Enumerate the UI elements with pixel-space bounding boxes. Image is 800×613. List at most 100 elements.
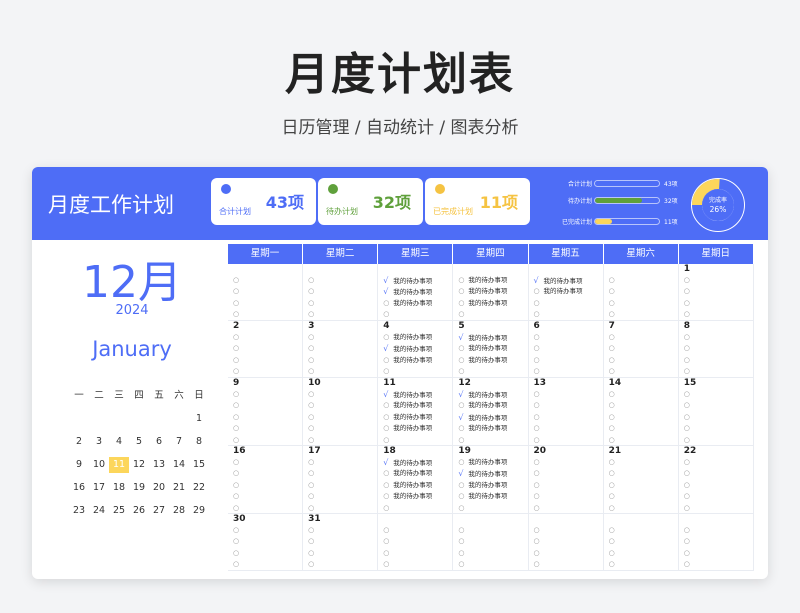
task-item[interactable]: ○ bbox=[609, 559, 678, 570]
task-item[interactable]: ○ bbox=[609, 457, 678, 468]
calendar-day-cell[interactable]: 1 ○ ○ ○ ○ bbox=[678, 264, 754, 321]
task-item[interactable]: ○ bbox=[684, 343, 753, 354]
task-item[interactable]: ○ bbox=[233, 366, 302, 377]
circle-icon[interactable]: ○ bbox=[383, 559, 393, 570]
circle-icon[interactable]: ○ bbox=[534, 435, 544, 445]
task-item[interactable]: √ 我的待办事项 bbox=[458, 332, 527, 343]
calendar-day-cell[interactable]: 10 ○ ○ ○ ○ ○ bbox=[303, 378, 379, 446]
circle-icon[interactable]: ○ bbox=[383, 412, 393, 423]
task-item[interactable]: ○ bbox=[684, 286, 753, 297]
task-item[interactable]: ○ bbox=[684, 412, 753, 423]
circle-icon[interactable]: ○ bbox=[383, 480, 393, 491]
circle-icon[interactable]: ○ bbox=[308, 435, 318, 445]
circle-icon[interactable]: ○ bbox=[233, 559, 243, 570]
circle-icon[interactable]: ○ bbox=[534, 332, 544, 343]
task-item[interactable]: √ 我的待办事项 bbox=[383, 343, 452, 354]
calendar-day-cell[interactable]: 6 ○ ○ ○ ○ bbox=[528, 321, 604, 378]
mini-day[interactable]: 12 bbox=[129, 457, 149, 473]
mini-day[interactable]: 1 bbox=[189, 411, 209, 427]
task-item[interactable]: ○ bbox=[609, 468, 678, 479]
task-item[interactable]: ○ bbox=[383, 435, 452, 445]
circle-icon[interactable]: ○ bbox=[308, 457, 318, 468]
mini-day[interactable]: 27 bbox=[149, 503, 169, 519]
task-item[interactable]: ○ bbox=[308, 412, 377, 423]
task-item[interactable]: ○ bbox=[233, 435, 302, 445]
task-item[interactable]: √ 我的待办事项 bbox=[534, 275, 603, 286]
task-item[interactable]: ○ bbox=[233, 286, 302, 297]
circle-icon[interactable]: ○ bbox=[308, 366, 318, 377]
calendar-day-cell[interactable]: 9 ○ ○ ○ ○ ○ bbox=[228, 378, 304, 446]
calendar-day-cell[interactable]: ○ ○ ○ ○ bbox=[378, 514, 454, 571]
task-item[interactable]: ○ 我的待办事项 bbox=[458, 491, 527, 502]
task-item[interactable]: ○ bbox=[684, 389, 753, 400]
circle-icon[interactable]: ○ bbox=[458, 275, 468, 286]
circle-icon[interactable]: ○ bbox=[383, 298, 393, 309]
task-item[interactable]: ○ bbox=[308, 275, 377, 286]
circle-icon[interactable]: ○ bbox=[534, 525, 544, 536]
task-item[interactable]: ○ bbox=[684, 332, 753, 343]
task-item[interactable]: ○ bbox=[534, 480, 603, 491]
circle-icon[interactable]: ○ bbox=[308, 548, 318, 559]
task-item[interactable]: ○ bbox=[534, 525, 603, 536]
task-item[interactable]: ○ bbox=[684, 536, 753, 547]
task-item[interactable]: ○ bbox=[534, 400, 603, 411]
task-item[interactable]: ○ bbox=[233, 343, 302, 354]
circle-icon[interactable]: ○ bbox=[684, 355, 694, 366]
checkmark-icon[interactable]: √ bbox=[383, 343, 393, 354]
circle-icon[interactable]: ○ bbox=[458, 343, 468, 354]
task-item[interactable]: ○ bbox=[684, 525, 753, 536]
circle-icon[interactable]: ○ bbox=[609, 400, 619, 411]
circle-icon[interactable]: ○ bbox=[609, 286, 619, 297]
task-item[interactable]: ○ bbox=[684, 457, 753, 468]
task-item[interactable]: ○ bbox=[308, 286, 377, 297]
mini-day[interactable]: 14 bbox=[169, 457, 189, 473]
circle-icon[interactable]: ○ bbox=[233, 389, 243, 400]
task-item[interactable]: ○ bbox=[308, 559, 377, 570]
calendar-day-cell[interactable]: 19 ○ 我的待办事项 √ 我的待办事项 ○ 我的待办事项 ○ 我的待办事项 ○ bbox=[453, 446, 529, 514]
circle-icon[interactable]: ○ bbox=[684, 548, 694, 559]
task-item[interactable]: ○ 我的待办事项 bbox=[383, 298, 452, 309]
task-item[interactable]: ○ bbox=[458, 435, 527, 445]
mini-day[interactable]: 18 bbox=[109, 480, 129, 496]
circle-icon[interactable]: ○ bbox=[609, 536, 619, 547]
task-item[interactable]: √ 我的待办事项 bbox=[458, 389, 527, 400]
circle-icon[interactable]: ○ bbox=[308, 355, 318, 366]
task-item[interactable]: ○ bbox=[534, 548, 603, 559]
task-item[interactable]: ○ bbox=[534, 389, 603, 400]
mini-day[interactable]: 25 bbox=[109, 503, 129, 519]
calendar-day-cell[interactable]: 2 ○ ○ ○ ○ bbox=[228, 321, 304, 378]
calendar-day-cell[interactable]: ○ 我的待办事项 ○ 我的待办事项 ○ 我的待办事项 ○ bbox=[453, 264, 529, 321]
circle-icon[interactable]: ○ bbox=[383, 536, 393, 547]
circle-icon[interactable]: ○ bbox=[233, 491, 243, 502]
calendar-day-cell[interactable]: 8 ○ ○ ○ ○ bbox=[678, 321, 754, 378]
task-item[interactable]: ○ bbox=[308, 457, 377, 468]
circle-icon[interactable]: ○ bbox=[308, 389, 318, 400]
circle-icon[interactable]: ○ bbox=[233, 366, 243, 377]
circle-icon[interactable]: ○ bbox=[609, 503, 619, 513]
task-item[interactable]: ○ bbox=[308, 332, 377, 343]
task-item[interactable]: ○ 我的待办事项 bbox=[383, 412, 452, 423]
task-item[interactable]: ○ bbox=[609, 525, 678, 536]
circle-icon[interactable]: ○ bbox=[609, 298, 619, 309]
task-item[interactable]: ○ bbox=[233, 525, 302, 536]
task-item[interactable]: ○ bbox=[534, 298, 603, 309]
circle-icon[interactable]: ○ bbox=[233, 435, 243, 445]
circle-icon[interactable]: ○ bbox=[609, 343, 619, 354]
circle-icon[interactable]: ○ bbox=[458, 286, 468, 297]
task-item[interactable]: ○ bbox=[308, 400, 377, 411]
circle-icon[interactable]: ○ bbox=[534, 548, 544, 559]
task-item[interactable]: ○ bbox=[684, 298, 753, 309]
calendar-day-cell[interactable]: ○ ○ ○ ○ bbox=[603, 514, 679, 571]
task-item[interactable]: ○ bbox=[684, 309, 753, 320]
task-item[interactable]: ○ bbox=[534, 309, 603, 320]
circle-icon[interactable]: ○ bbox=[233, 298, 243, 309]
task-item[interactable]: ○ bbox=[534, 355, 603, 366]
circle-icon[interactable]: ○ bbox=[458, 525, 468, 536]
task-item[interactable]: ○ bbox=[534, 468, 603, 479]
circle-icon[interactable]: ○ bbox=[308, 400, 318, 411]
circle-icon[interactable]: ○ bbox=[684, 366, 694, 377]
circle-icon[interactable]: ○ bbox=[458, 298, 468, 309]
mini-day[interactable]: 29 bbox=[189, 503, 209, 519]
circle-icon[interactable]: ○ bbox=[383, 332, 393, 343]
task-item[interactable]: ○ 我的待办事项 bbox=[458, 286, 527, 297]
